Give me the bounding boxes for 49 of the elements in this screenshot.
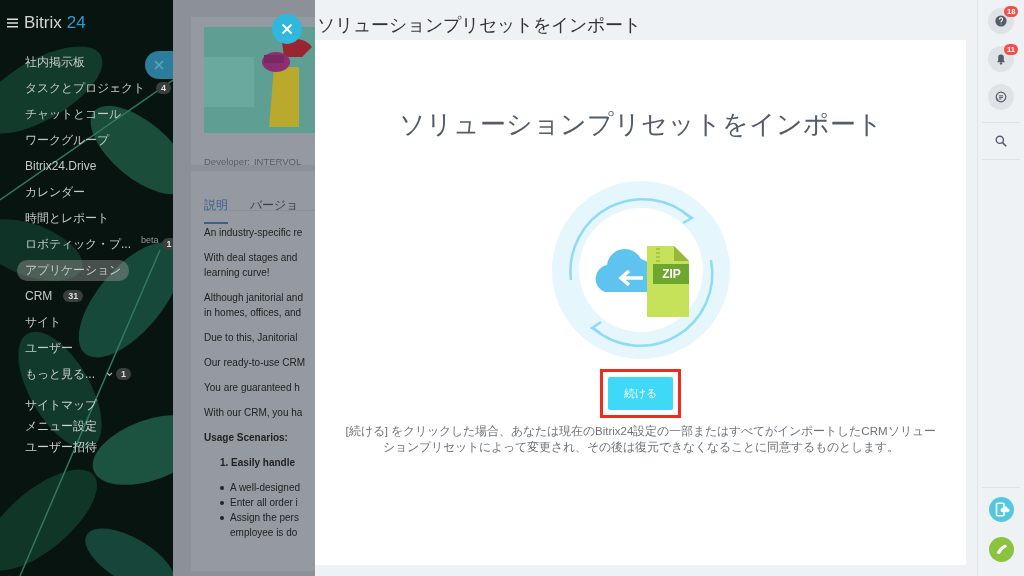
bullet-icon <box>220 516 224 520</box>
paragraph: Due to this, Janitorial <box>204 331 298 345</box>
menu-item[interactable]: サイト <box>17 311 69 333</box>
paragraph: You are guaranteed h <box>204 381 300 395</box>
panel-title: ソリューションプリセットをインポート <box>316 14 642 37</box>
paragraph: Although janitorial and in homes, offices, and <box>204 291 303 320</box>
footer-link[interactable]: ユーザー招待 <box>25 439 173 454</box>
menu-item[interactable]: 社内掲示板 <box>17 51 93 73</box>
import-heading: ソリューションプリセットをインポート <box>398 108 883 141</box>
footer-link[interactable]: メニュー設定 <box>25 418 173 433</box>
bullet-item: A well-designed <box>230 481 301 495</box>
menu-item[interactable]: 時間とレポート <box>17 207 117 229</box>
close-button[interactable] <box>272 14 302 44</box>
zip-label: ZIP <box>661 266 682 283</box>
close-icon[interactable] <box>145 51 173 79</box>
paragraph: An industry-specific re <box>204 226 303 240</box>
menu-item[interactable]: チャットとコール <box>17 103 129 125</box>
bullet-item: Enter all order i <box>230 496 298 510</box>
help-icon[interactable] <box>993 13 1009 29</box>
menu-item[interactable]: カレンダー <box>17 181 93 203</box>
tab[interactable]: バージョ <box>250 197 298 211</box>
paragraph: With deal stages and learning curve! <box>204 251 298 280</box>
menu-icon[interactable] <box>7 18 18 28</box>
consent-note: [続ける] をクリックした場合、あなたは現在のBitrix24設定の一部またはすべてがインポートしたCRMソリューションプリセットによって変更され、その後は復元できなくなることに同意するものとします。 <box>344 424 937 455</box>
paragraph: With our CRM, you ha <box>204 406 303 420</box>
menu-item[interactable]: アプリケーション <box>17 259 129 281</box>
numbered-item: 1. Easily handle <box>220 456 296 470</box>
menu-item[interactable]: もっと見る... <box>17 363 103 385</box>
count-badge: 31 <box>63 290 84 302</box>
chat-icon[interactable] <box>993 89 1009 105</box>
chevron-icon[interactable] <box>106 371 113 377</box>
search-icon[interactable] <box>993 133 1009 149</box>
developer-label: Developer: <box>204 156 250 167</box>
paragraph: Our ready-to-use CRM <box>204 356 306 370</box>
logo-number: 24 <box>66 13 86 33</box>
bullet-icon <box>220 486 224 490</box>
menu-item[interactable]: CRM <box>17 287 61 305</box>
menu-item[interactable]: タスクとプロジェクト <box>17 77 153 99</box>
menu-item[interactable]: ワークグループ <box>17 129 117 151</box>
bullet-icon <box>220 501 224 505</box>
logo-text: Bitrix <box>24 13 62 33</box>
developer-name: INTERVOL <box>253 156 302 167</box>
menu-item[interactable]: ユーザー <box>17 337 81 359</box>
beta-tag: beta <box>141 235 159 245</box>
section-heading: Usage Scenarios: <box>204 431 288 445</box>
bullet-item: Assign the pers employee is do <box>230 511 299 540</box>
footer-link[interactable]: サイトマップ <box>25 397 173 412</box>
menu-item[interactable]: Bitrix24.Drive <box>17 157 105 175</box>
menu-item[interactable]: ロボティック・プ... <box>17 233 139 255</box>
